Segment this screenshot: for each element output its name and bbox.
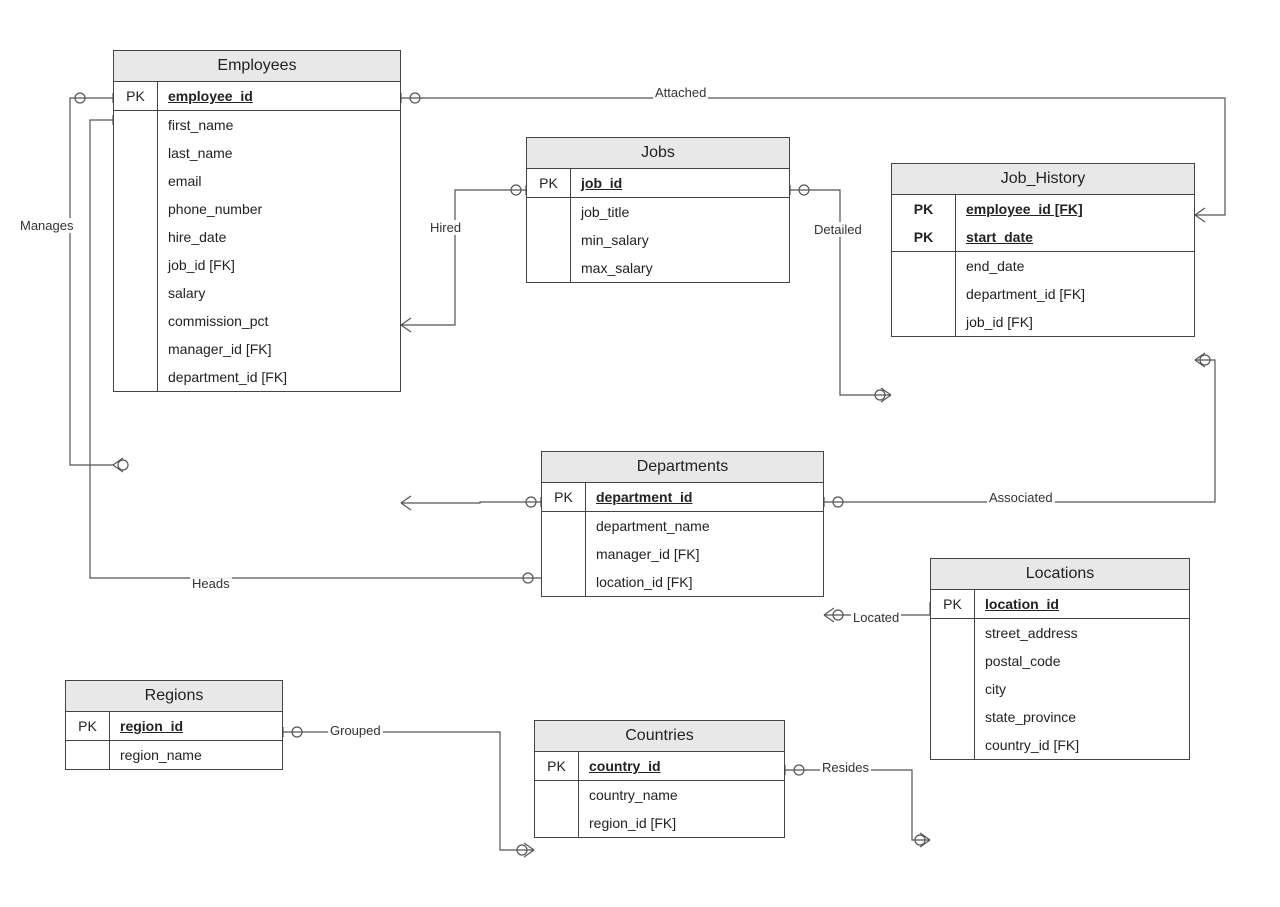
label-hired: Hired [428, 220, 463, 235]
pk-field: country_id [579, 752, 784, 780]
attr: max_salary [571, 254, 789, 282]
entity-countries: Countries PK country_id country_name reg… [534, 720, 785, 838]
pk-field: location_id [975, 590, 1189, 618]
pk-field: region_id [110, 712, 282, 740]
attr: country_id [FK] [975, 731, 1189, 759]
entity-regions: Regions PK region_id region_name [65, 680, 283, 770]
pk-field: start_date [956, 223, 1194, 251]
entity-locations: Locations PK location_id street_address … [930, 558, 1190, 760]
entity-employees: Employees PK employee_id first_name last… [113, 50, 401, 392]
attr: region_id [FK] [579, 809, 784, 837]
attr: city [975, 675, 1189, 703]
attr: department_id [FK] [158, 363, 400, 391]
attr: department_id [FK] [956, 280, 1194, 308]
entity-title: Jobs [527, 138, 789, 169]
pk-field: department_id [586, 483, 823, 511]
entity-departments: Departments PK department_id department_… [541, 451, 824, 597]
attr: department_name [586, 512, 823, 540]
label-located: Located [851, 610, 901, 625]
attr: street_address [975, 619, 1189, 647]
attr: manager_id [FK] [158, 335, 400, 363]
label-attached: Attached [653, 85, 708, 100]
pk-marker: PK [66, 712, 110, 740]
label-detailed: Detailed [812, 222, 864, 237]
attr: job_id [FK] [158, 251, 400, 279]
attr: country_name [579, 781, 784, 809]
label-manages: Manages [18, 218, 75, 233]
attr: hire_date [158, 223, 400, 251]
pk-marker: PK [535, 752, 579, 780]
attr: last_name [158, 139, 400, 167]
label-grouped: Grouped [328, 723, 383, 738]
attr: region_name [110, 741, 282, 769]
pk-field: employee_id [158, 82, 400, 110]
pk-marker: PK [527, 169, 571, 197]
pk-marker: PK [542, 483, 586, 511]
pk-field: employee_id [FK] [956, 195, 1194, 223]
erd-canvas: Manages Attached Hired Detailed Associat… [0, 0, 1280, 907]
label-heads: Heads [190, 576, 232, 591]
attr: min_salary [571, 226, 789, 254]
attr: location_id [FK] [586, 568, 823, 596]
attr: manager_id [FK] [586, 540, 823, 568]
pk-field: job_id [571, 169, 789, 197]
attr: phone_number [158, 195, 400, 223]
attr: end_date [956, 252, 1194, 280]
label-associated: Associated [987, 490, 1055, 505]
entity-title: Locations [931, 559, 1189, 590]
pk-marker: PK [931, 590, 975, 618]
entity-jobs: Jobs PK job_id job_title min_salary max_… [526, 137, 790, 283]
attr: commission_pct [158, 307, 400, 335]
attr: postal_code [975, 647, 1189, 675]
attr: job_id [FK] [956, 308, 1194, 336]
attr: job_title [571, 198, 789, 226]
label-resides: Resides [820, 760, 871, 775]
pk-marker: PK [892, 223, 956, 251]
attr: email [158, 167, 400, 195]
entity-title: Departments [542, 452, 823, 483]
pk-marker: PK [892, 195, 956, 223]
entity-job-history: Job_History PK employee_id [FK] PK start… [891, 163, 1195, 337]
entity-title: Regions [66, 681, 282, 712]
entity-title: Employees [114, 51, 400, 82]
attr: salary [158, 279, 400, 307]
attr: first_name [158, 111, 400, 139]
pk-marker: PK [114, 82, 158, 110]
attr: state_province [975, 703, 1189, 731]
entity-title: Job_History [892, 164, 1194, 195]
entity-title: Countries [535, 721, 784, 752]
